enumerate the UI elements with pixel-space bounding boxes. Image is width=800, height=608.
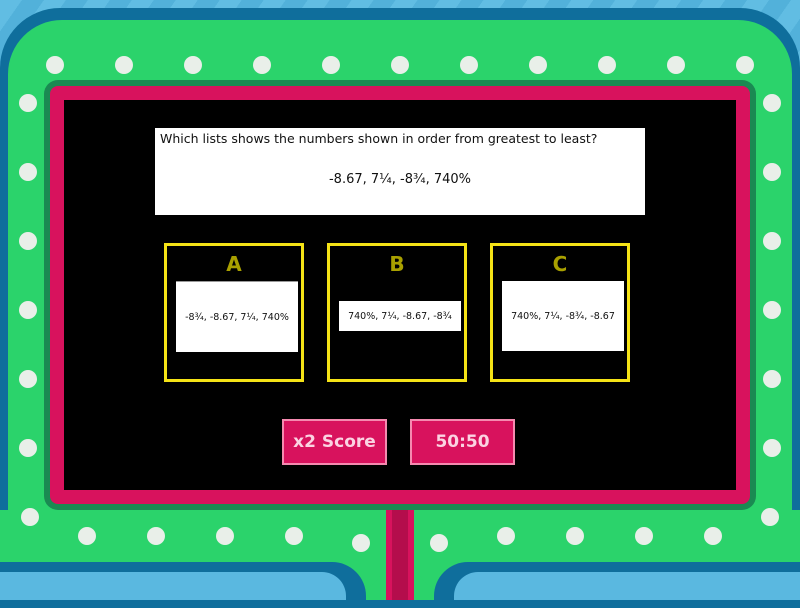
light-bulb <box>497 527 515 545</box>
base-gap-right <box>454 572 800 600</box>
question-text: Which lists shows the numbers shown in o… <box>160 131 598 146</box>
light-bulb <box>635 527 653 545</box>
light-bulb <box>322 56 340 74</box>
light-bulb <box>598 56 616 74</box>
answer-a[interactable]: A -8¾, -8.67, 7¼, 740% <box>164 243 304 382</box>
light-bulb <box>667 56 685 74</box>
light-bulb <box>115 56 133 74</box>
light-bulb <box>430 534 448 552</box>
answer-a-letter: A <box>226 252 242 276</box>
question-numbers: -8.67, 7¼, -8¾, 740% <box>328 172 472 187</box>
light-bulb <box>763 232 781 250</box>
light-bulb <box>763 94 781 112</box>
question-panel: Which lists shows the numbers shown in o… <box>155 128 645 215</box>
answer-b-text: 740%, 7¼, -8.67, -8¾ <box>339 301 461 331</box>
light-bulb <box>285 527 303 545</box>
light-bulb <box>19 370 37 388</box>
light-bulb <box>78 527 96 545</box>
light-bulb <box>736 56 754 74</box>
light-bulb <box>46 56 64 74</box>
base-gap-left <box>0 572 346 600</box>
light-bulb <box>216 527 234 545</box>
light-bulb <box>566 527 584 545</box>
light-bulb <box>147 527 165 545</box>
light-bulb <box>761 508 779 526</box>
board-stem-inner <box>392 500 408 600</box>
light-bulb <box>529 56 547 74</box>
light-bulb <box>763 439 781 457</box>
answer-b-letter: B <box>389 252 405 276</box>
answer-c[interactable]: C 740%, 7¼, -8¾, -8.67 <box>490 243 630 382</box>
light-bulb <box>19 232 37 250</box>
answer-b[interactable]: B 740%, 7¼, -8.67, -8¾ <box>327 243 467 382</box>
answer-c-letter: C <box>552 252 568 276</box>
light-bulb <box>253 56 271 74</box>
light-bulb <box>19 94 37 112</box>
light-bulb <box>763 370 781 388</box>
light-bulb <box>19 301 37 319</box>
light-bulb <box>352 534 370 552</box>
answer-a-text: -8¾, -8.67, 7¼, 740% <box>176 281 298 352</box>
fifty-fifty-button[interactable]: 50:50 <box>410 419 515 465</box>
light-bulb <box>704 527 722 545</box>
light-bulb <box>184 56 202 74</box>
light-bulb <box>19 163 37 181</box>
light-bulb <box>763 163 781 181</box>
light-bulb <box>19 439 37 457</box>
light-bulb <box>391 56 409 74</box>
light-bulb <box>21 508 39 526</box>
answer-c-text: 740%, 7¼, -8¾, -8.67 <box>502 281 624 351</box>
light-bulb <box>763 301 781 319</box>
light-bulb <box>460 56 478 74</box>
double-score-button[interactable]: x2 Score <box>282 419 387 465</box>
